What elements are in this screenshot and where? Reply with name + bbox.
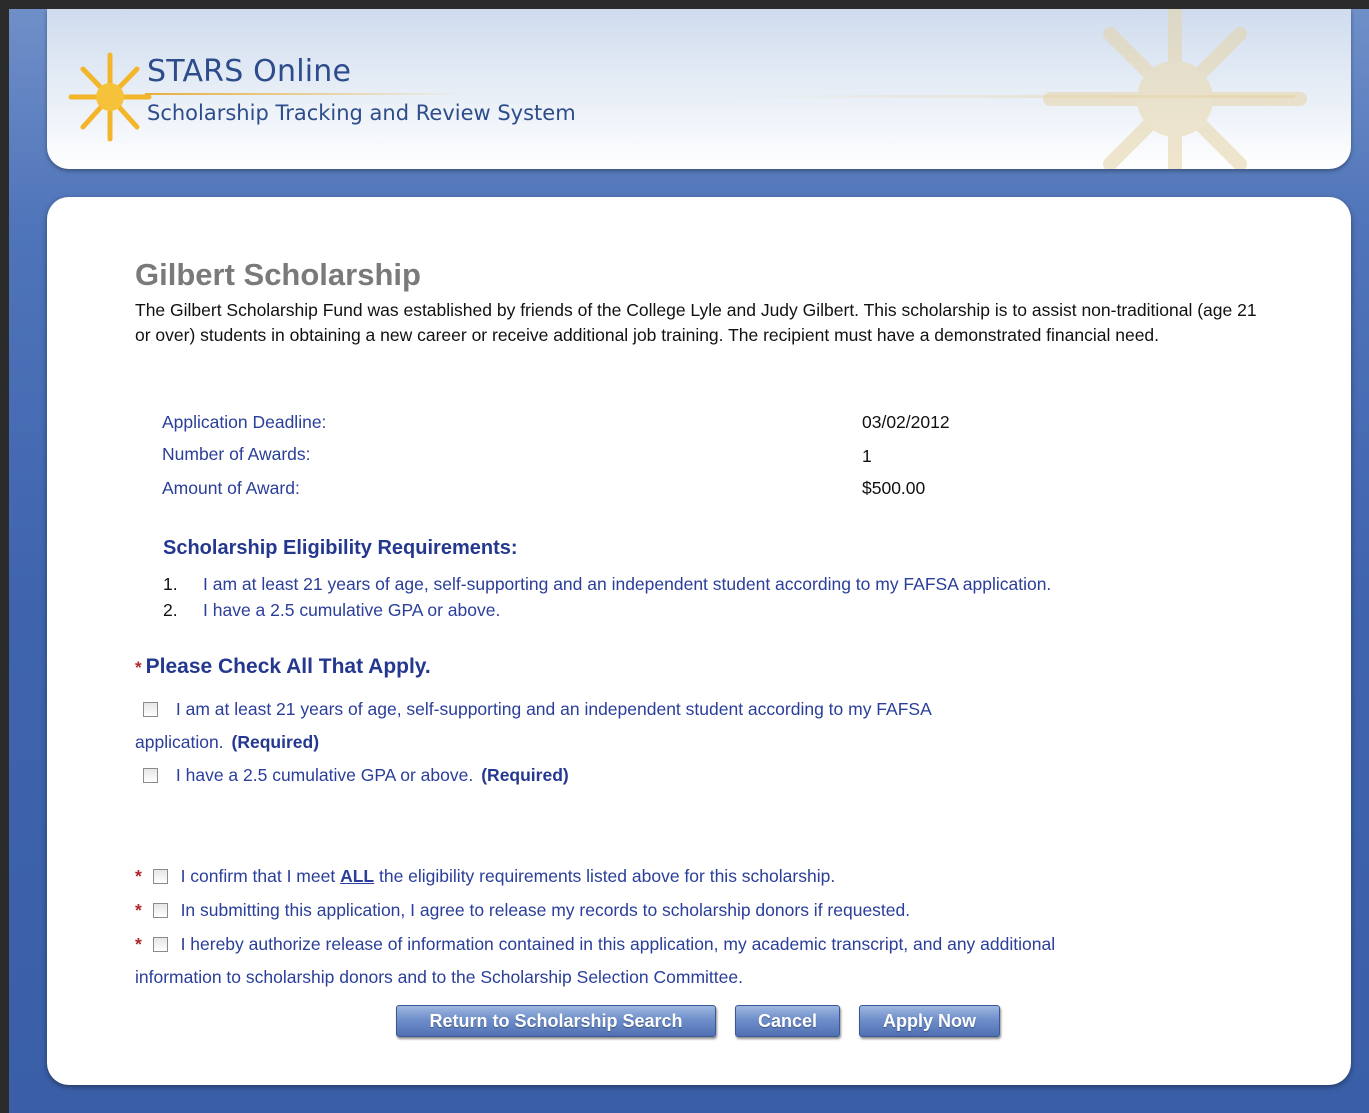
apply-now-button[interactable]: Apply Now [859,1005,1000,1037]
authorize-release-continued: information to scholarship donors and to… [135,967,743,988]
app-title: STARS Online [147,54,352,89]
required-marker: * [135,934,142,954]
eligibility-check-age-continued: application. (Required) [135,732,319,753]
main-panel: Gilbert Scholarship The Gilbert Scholars… [47,197,1351,1085]
release-records-row: * In submitting this application, I agre… [135,900,910,921]
eligibility-heading: Scholarship Eligibility Requirements: [163,537,518,559]
authorize-text: information to scholarship donors and to… [135,967,743,987]
eligibility-check-age: I am at least 21 years of age, self-supp… [143,699,932,720]
age-checkbox[interactable] [143,702,158,717]
confirm-eligibility-checkbox[interactable] [152,869,168,884]
detail-value: $500.00 [862,478,926,498]
detail-label: Application Deadline: [162,412,327,432]
sun-decoration-icon [1043,9,1307,169]
required-marker: * [135,658,142,677]
site-header: STARS Online Scholarship Tracking and Re… [47,9,1351,169]
check-all-heading: * Please Check All That Apply. [135,655,431,679]
eligibility-check-label: I have a 2.5 cumulative GPA or above. [175,765,474,785]
gpa-checkbox[interactable] [143,768,158,783]
eligibility-number: 2. [163,600,178,620]
eligibility-check-label: application. [135,732,224,752]
cancel-button[interactable]: Cancel [735,1005,840,1037]
detail-row-deadline: Application Deadline: 03/02/2012 [162,412,950,433]
required-tag: (Required) [231,732,320,752]
return-to-search-button[interactable]: Return to Scholarship Search [396,1005,716,1037]
page-frame: STARS Online Scholarship Tracking and Re… [9,9,1369,1113]
confirm-text: I confirm that I meet [180,866,336,886]
confirm-text: the eligibility requirements listed abov… [378,866,836,886]
required-tag: (Required) [481,765,569,785]
detail-row-awards: Number of Awards: 1 [162,444,872,466]
detail-value: 03/02/2012 [862,412,950,432]
detail-row-amount: Amount of Award: $500.00 [162,478,925,499]
release-text: In submitting this application, I agree … [180,900,911,920]
eligibility-check-label: I am at least 21 years of age, self-supp… [175,699,932,719]
release-records-checkbox[interactable] [152,903,168,918]
eligibility-check-gpa: I have a 2.5 cumulative GPA or above. (Re… [143,765,569,786]
confirm-eligibility-row: * I confirm that I meet ALL the eligibil… [135,866,835,887]
eligibility-item: 1. I am at least 21 years of age, self-su… [163,574,1051,595]
eligibility-number: 1. [163,574,178,594]
check-all-heading-text: Please Check All That Apply. [145,655,431,678]
page-title: Gilbert Scholarship [135,257,421,292]
confirm-emphasis: ALL [340,866,375,886]
detail-label: Amount of Award: [162,478,300,498]
detail-value: 1 [862,446,872,466]
required-marker: * [135,900,142,920]
authorize-release-checkbox[interactable] [152,937,168,952]
authorize-release-row: * I hereby authorize release of informat… [135,934,1055,955]
eligibility-text: I have a 2.5 cumulative GPA or above. [203,600,501,620]
app-subtitle: Scholarship Tracking and Review System [147,101,576,125]
eligibility-item: 2. I have a 2.5 cumulative GPA or above. [163,600,500,621]
eligibility-text: I am at least 21 years of age, self-supp… [203,574,1052,594]
detail-label: Number of Awards: [162,444,311,464]
authorize-text: I hereby authorize release of informatio… [180,934,1056,954]
scholarship-description: The Gilbert Scholarship Fund was establi… [135,300,1257,345]
title-underline [145,93,465,95]
action-buttons: Return to Scholarship Search Cancel Appl… [47,1005,1351,1039]
required-marker: * [135,866,142,886]
sun-logo-icon [68,52,152,142]
